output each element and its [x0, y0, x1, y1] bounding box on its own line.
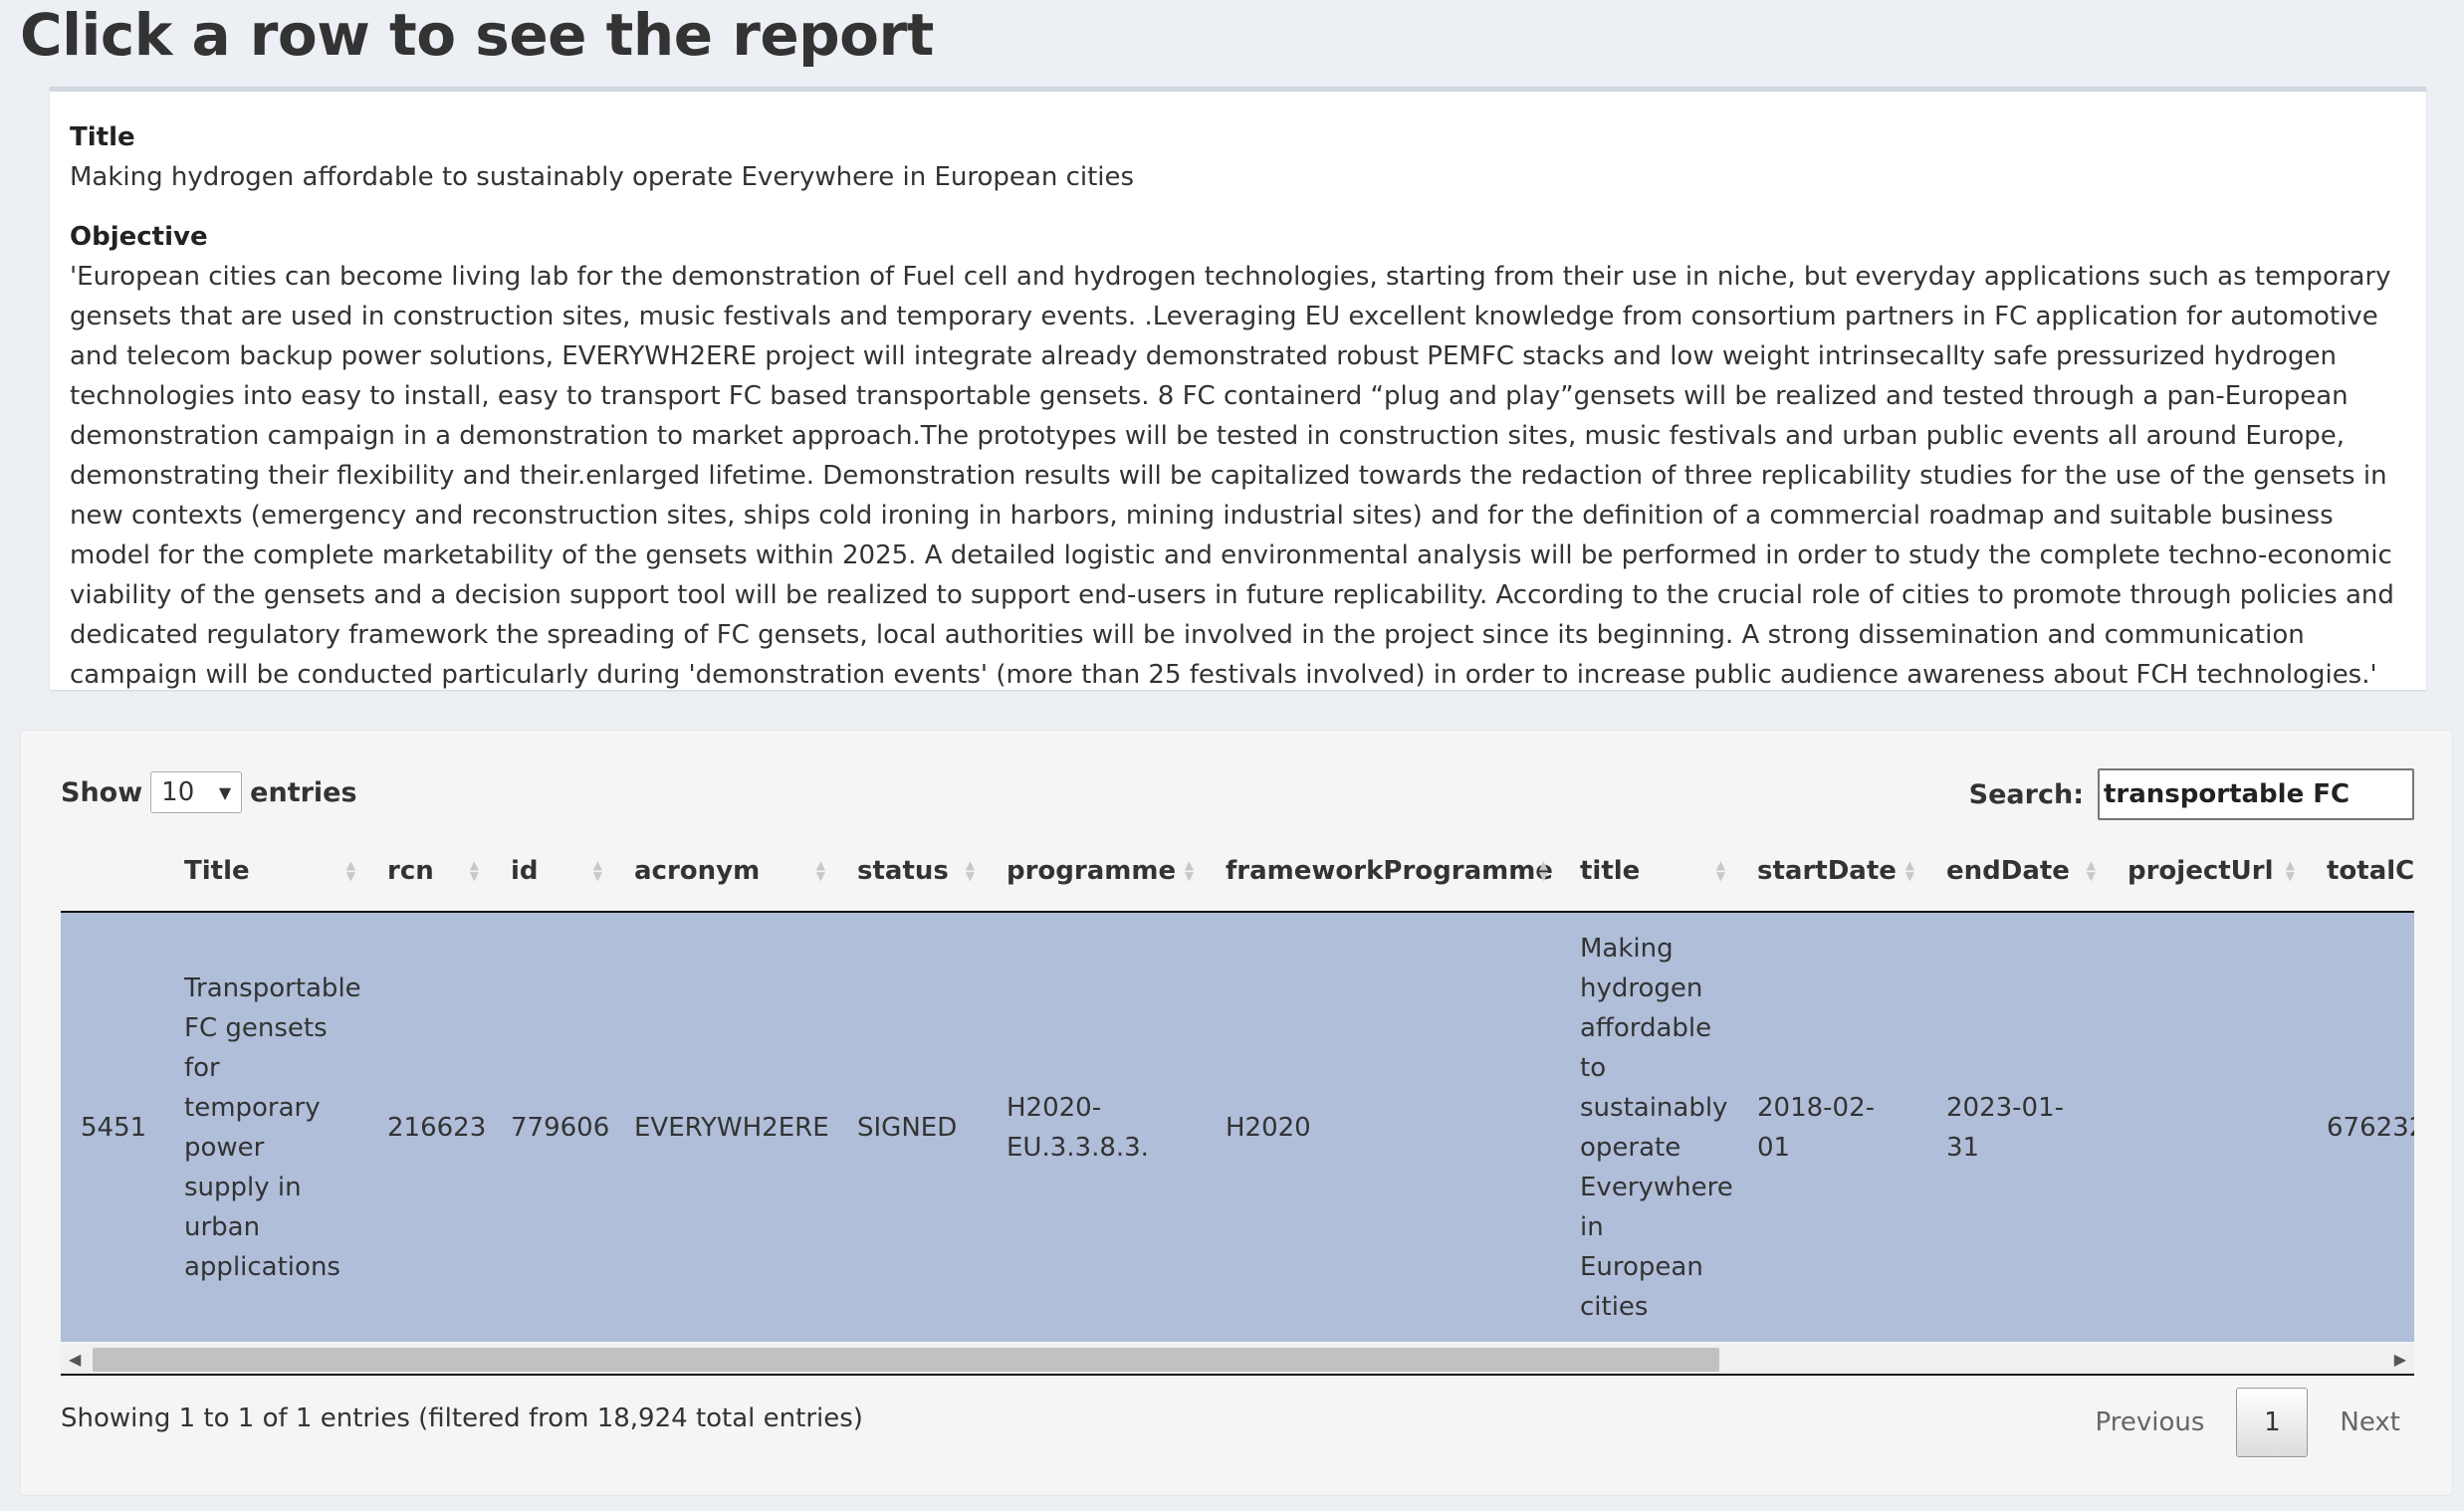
- search-control: Search:: [1969, 768, 2414, 820]
- sort-icon: ▲ ▼: [2086, 857, 2096, 883]
- report-objective-label: Objective: [70, 222, 208, 252]
- scroll-left-icon[interactable]: ◀: [69, 1350, 81, 1369]
- col-header-status[interactable]: status ▲ ▼: [837, 830, 987, 913]
- datatable-panel: Show 10 ▼ entries Search: transportable …: [20, 730, 2453, 1496]
- report-objective-value: 'European cities can become living lab f…: [70, 262, 2394, 690]
- table-row[interactable]: 5451 Transportable FC gensets for tempor…: [61, 912, 2414, 1342]
- sort-icon: ▲ ▼: [1904, 857, 1914, 883]
- cell-frameworkProgramme: H2020: [1206, 912, 1560, 1342]
- report-title-value: Making hydrogen affordable to sustainabl…: [70, 162, 1135, 192]
- cell-index: 5451: [61, 912, 164, 1342]
- sort-icon: ▲ ▼: [345, 857, 355, 883]
- cell-acronym: EVERYWH2ERE: [614, 912, 837, 1342]
- results-table: Title ▲ ▼ rcn ▲ ▼ id ▲ ▼ acronym ▲ ▼ status ▲ ▼ pr…: [61, 830, 2414, 1342]
- length-control: Show 10 ▼ entries: [61, 770, 357, 814]
- pagination: Previous 1 Next: [2082, 1388, 2414, 1457]
- scroll-right-icon[interactable]: ▶: [2394, 1350, 2406, 1369]
- col-header-acronym[interactable]: acronym ▲ ▼: [614, 830, 837, 913]
- cell-endDate: 2023-01-31: [1926, 912, 2108, 1342]
- cell-status: SIGNED: [837, 912, 987, 1342]
- table-header-row: Title ▲ ▼ rcn ▲ ▼ id ▲ ▼ acronym ▲ ▼ status ▲ ▼ pr…: [61, 830, 2414, 913]
- entries-select[interactable]: 10 ▼: [150, 771, 243, 813]
- table-info: Showing 1 to 1 of 1 entries (filtered fr…: [61, 1403, 863, 1433]
- show-label: Show: [61, 776, 143, 808]
- col-header-projectUrl[interactable]: projectUrl ▲ ▼: [2108, 830, 2307, 913]
- col-header-Title[interactable]: Title ▲ ▼: [164, 830, 367, 913]
- horizontal-scrollbar[interactable]: ◀ ▶: [61, 1344, 2414, 1376]
- cell-projectUrl: [2108, 912, 2307, 1342]
- sort-icon: ▲ ▼: [1184, 857, 1194, 883]
- page-title: Click a row to see the report: [20, 1, 934, 69]
- cell-programme: H2020-EU.3.3.8.3.: [987, 912, 1206, 1342]
- search-input[interactable]: [2098, 768, 2414, 820]
- entries-label: entries: [250, 776, 357, 808]
- caret-down-icon: ▼: [218, 782, 232, 802]
- sort-icon: ▲ ▼: [815, 857, 825, 883]
- col-header-totalCost[interactable]: totalCos: [2307, 830, 2414, 913]
- previous-button[interactable]: Previous: [2082, 1398, 2219, 1447]
- col-header-frameworkProgramme[interactable]: frameworkProgramme ▲ ▼: [1206, 830, 1560, 913]
- sort-icon: ▲ ▼: [469, 857, 479, 883]
- entries-select-value: 10: [161, 777, 195, 807]
- report-panel: Title Making hydrogen affordable to sust…: [50, 87, 2426, 690]
- col-header-startDate[interactable]: startDate ▲ ▼: [1737, 830, 1926, 913]
- cell-startDate: 2018-02-01: [1737, 912, 1926, 1342]
- cell-rcn: 216623: [367, 912, 491, 1342]
- cell-title: Making hydrogen affordable to sustainabl…: [1560, 912, 1737, 1342]
- cell-Title: Transportable FC gensets for temporary p…: [164, 912, 367, 1342]
- col-header-title[interactable]: title ▲ ▼: [1560, 830, 1737, 913]
- cell-id: 779606: [491, 912, 614, 1342]
- page-1-button[interactable]: 1: [2236, 1388, 2309, 1457]
- sort-icon: ▲ ▼: [2285, 857, 2295, 883]
- col-header-rcn[interactable]: rcn ▲ ▼: [367, 830, 491, 913]
- table-scroll-area[interactable]: Title ▲ ▼ rcn ▲ ▼ id ▲ ▼ acronym ▲ ▼ status ▲ ▼ pr…: [61, 830, 2414, 1376]
- report-title-label: Title: [70, 122, 135, 152]
- col-header-programme[interactable]: programme ▲ ▼: [987, 830, 1206, 913]
- sort-icon: ▲ ▼: [1538, 857, 1548, 883]
- scrollbar-thumb[interactable]: [93, 1348, 1719, 1372]
- sort-icon: ▲ ▼: [592, 857, 602, 883]
- sort-icon: ▲ ▼: [965, 857, 975, 883]
- cell-totalCost: 6762324.: [2307, 912, 2414, 1342]
- col-header-index[interactable]: [61, 830, 164, 913]
- next-button[interactable]: Next: [2326, 1398, 2414, 1447]
- search-label: Search:: [1968, 778, 2084, 810]
- sort-icon: ▲ ▼: [1715, 857, 1725, 883]
- col-header-id[interactable]: id ▲ ▼: [491, 830, 614, 913]
- col-header-endDate[interactable]: endDate ▲ ▼: [1926, 830, 2108, 913]
